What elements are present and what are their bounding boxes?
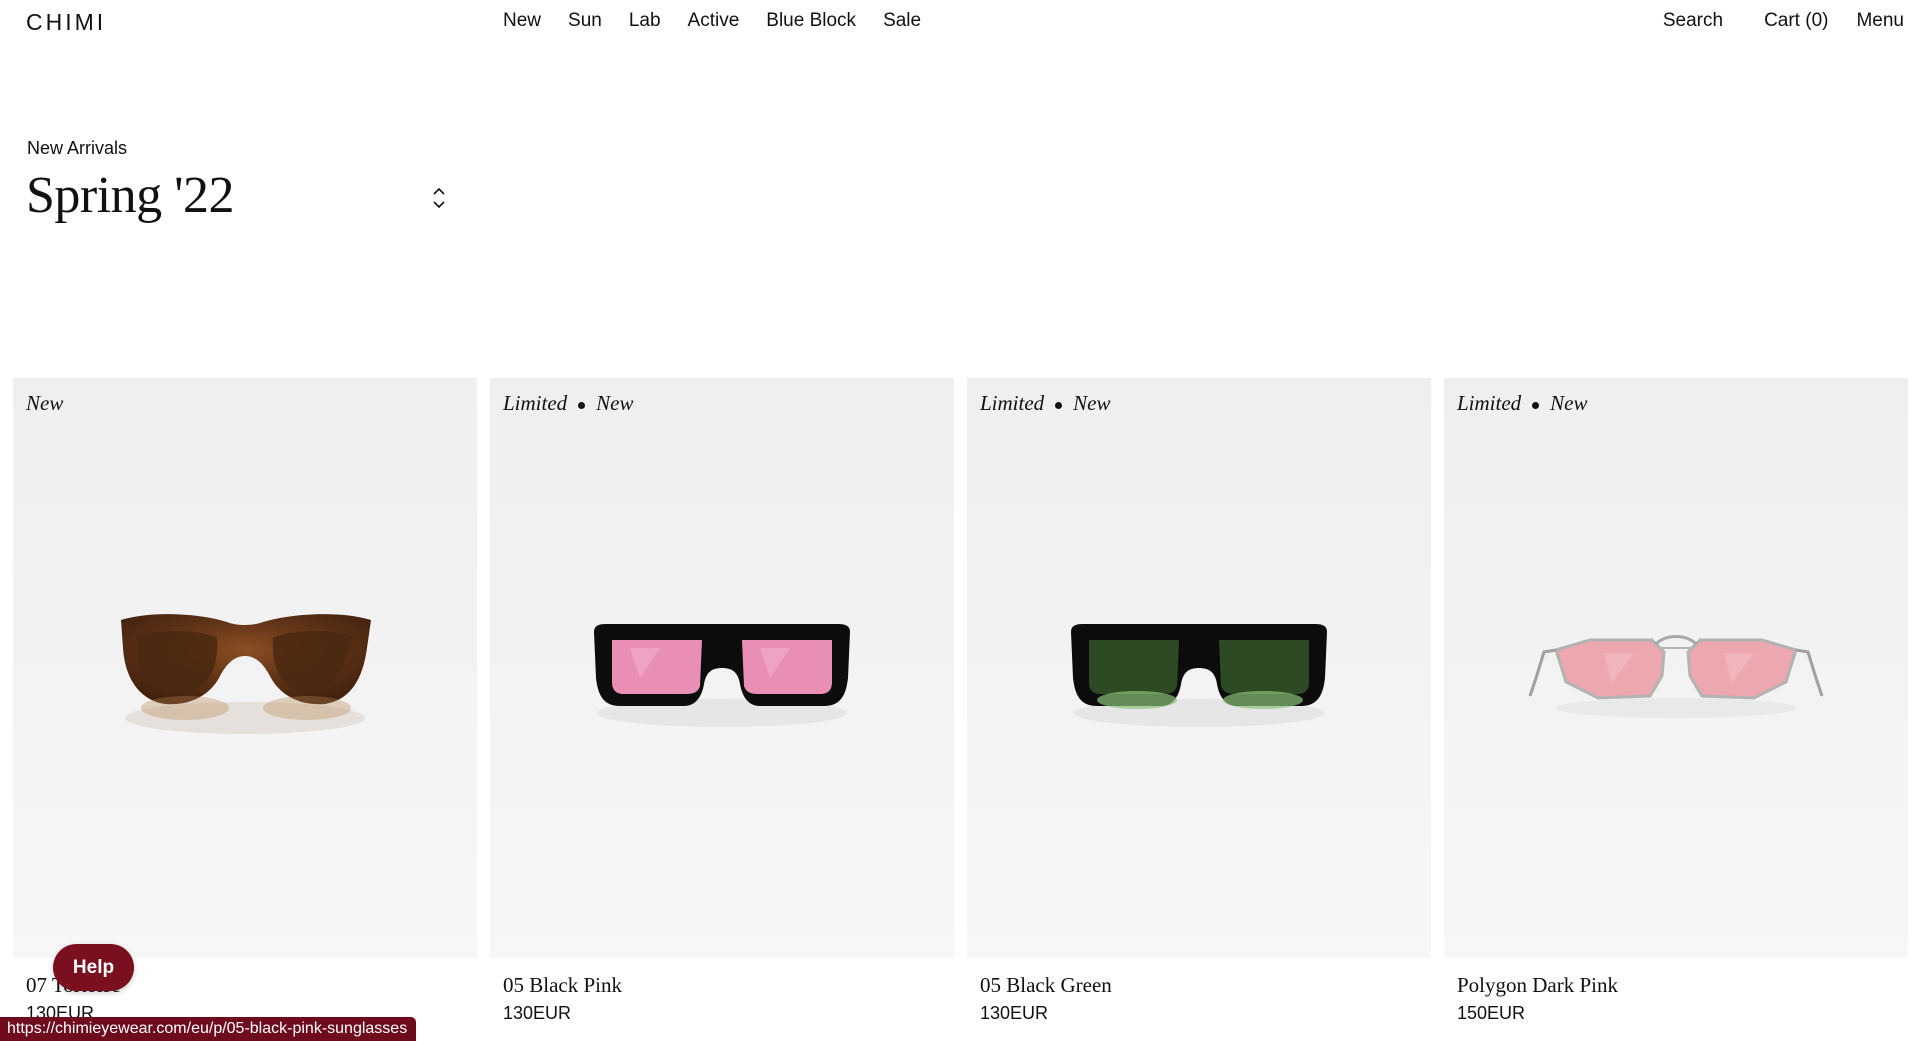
- nav-item-sale[interactable]: Sale: [883, 10, 921, 32]
- product-card[interactable]: Limited New 05 Black Green 130EUR: [967, 378, 1431, 1024]
- product-image[interactable]: New: [13, 378, 477, 958]
- cart-link[interactable]: Cart (0): [1764, 10, 1828, 32]
- collection-title: Spring '22: [26, 167, 235, 224]
- glasses-black-pink-icon: [594, 624, 850, 727]
- collection-eyebrow: New Arrivals: [27, 138, 128, 158]
- product-price: 130EUR: [980, 1003, 1049, 1023]
- main-nav: New Sun Lab Active Blue Block Sale: [503, 10, 948, 32]
- product-price: 150EUR: [1457, 1003, 1526, 1023]
- chimi-logo[interactable]: CHIMI: [26, 9, 106, 36]
- search-link[interactable]: Search: [1663, 10, 1723, 32]
- product-card[interactable]: Limited New 05 Black Pink 130EUR: [490, 378, 954, 1024]
- product-name[interactable]: Polygon Dark Pink: [1457, 973, 1908, 998]
- product-card[interactable]: New 07 130EUR: [13, 378, 477, 1024]
- product-image[interactable]: Limited New: [1444, 378, 1908, 958]
- product-image[interactable]: Limited New: [967, 378, 1431, 958]
- nav-item-lab[interactable]: Lab: [629, 10, 661, 32]
- nav-item-sun[interactable]: Sun: [568, 10, 602, 32]
- glasses-polygon-pink-icon: [1528, 635, 1824, 718]
- help-button[interactable]: Help: [53, 944, 134, 991]
- product-name[interactable]: 05 Black Green: [980, 973, 1431, 998]
- page: CHIMI New Sun Lab Active Blue Block Sale…: [0, 0, 1920, 1041]
- sort-toggle-icon[interactable]: [431, 185, 447, 211]
- site-header: CHIMI New Sun Lab Active Blue Block Sale…: [0, 0, 1920, 42]
- product-card[interactable]: Limited New Polygon Dark Pink 150EUR: [1444, 378, 1908, 1024]
- product-name[interactable]: 05 Black Pink: [503, 973, 954, 998]
- glasses-tortoise-icon: [121, 614, 371, 734]
- product-image[interactable]: Limited New: [490, 378, 954, 958]
- product-price: 130EUR: [503, 1003, 572, 1023]
- menu-button[interactable]: Menu: [1856, 10, 1904, 32]
- status-bar-url: https://chimieyewear.com/eu/p/05-black-p…: [0, 1017, 417, 1041]
- nav-item-active[interactable]: Active: [688, 10, 740, 32]
- nav-item-blue-block[interactable]: Blue Block: [766, 10, 856, 32]
- nav-item-new[interactable]: New: [503, 10, 541, 32]
- header-actions: Search Cart (0) Menu: [1663, 10, 1904, 32]
- glasses-black-green-icon: [1071, 624, 1327, 727]
